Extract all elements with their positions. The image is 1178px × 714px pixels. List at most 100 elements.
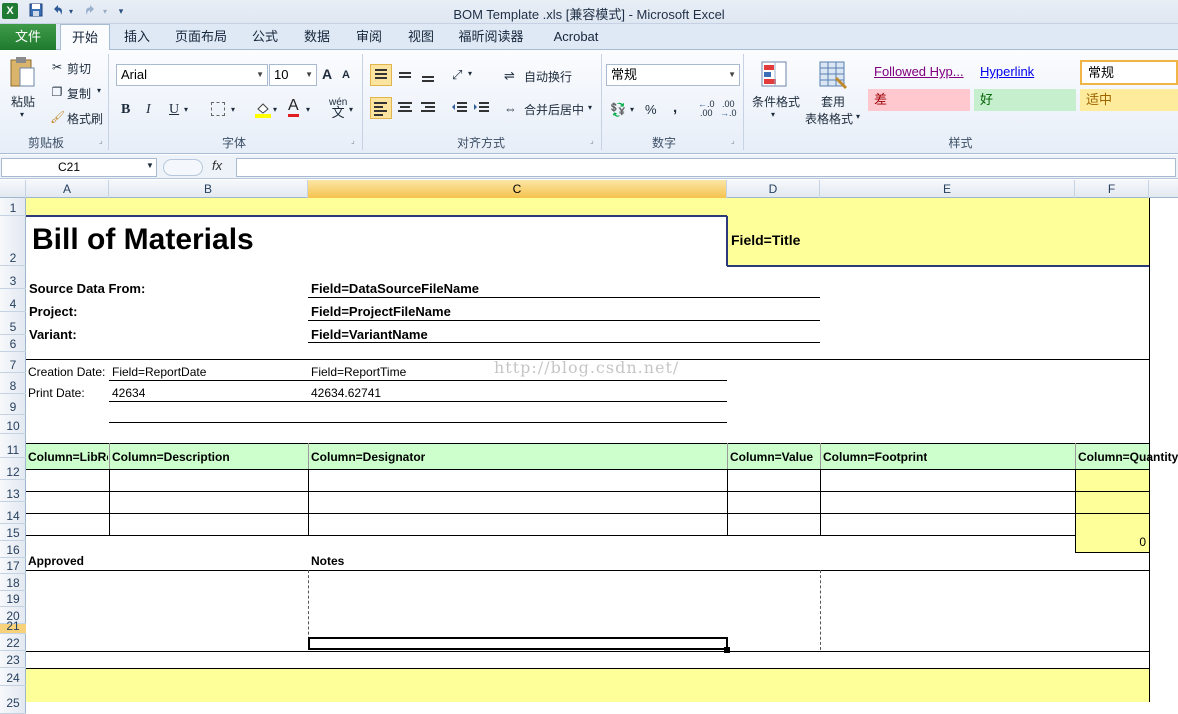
project-label[interactable]: Project: [29, 304, 77, 319]
tab-review[interactable]: 审阅 [348, 24, 390, 50]
header-quantity[interactable]: Column=Quantity [1078, 450, 1178, 464]
print-date-label[interactable]: Print Date: [28, 386, 85, 400]
format-as-table-icon[interactable] [816, 58, 848, 90]
comma-icon[interactable]: , [673, 99, 677, 116]
align-top-icon[interactable] [370, 64, 392, 86]
orientation-icon[interactable]: ⤢ [452, 67, 462, 83]
row-header[interactable]: 5 [0, 312, 26, 335]
column-header-f[interactable]: F [1075, 180, 1149, 198]
row-header[interactable]: 3 [0, 266, 26, 289]
row-header[interactable]: 24 [0, 668, 26, 686]
notes-label[interactable]: Notes [311, 554, 344, 568]
row-header[interactable]: 22 [0, 634, 26, 651]
row-header[interactable]: 15 [0, 524, 26, 541]
quantity-total[interactable]: 0 [1076, 535, 1149, 552]
borders-icon[interactable] [211, 102, 225, 116]
paste-dropdown-icon[interactable]: ▾ [20, 110, 24, 119]
row-header[interactable]: 7 [0, 352, 26, 373]
merge-center-button[interactable]: 合并后居中 [524, 101, 584, 118]
tab-foxit-reader[interactable]: 福昕阅读器 [452, 24, 530, 50]
format-as-table-dropdown-icon[interactable]: ▾ [856, 112, 860, 121]
creation-date-value[interactable]: Field=ReportDate [112, 365, 206, 379]
tab-page-layout[interactable]: 页面布局 [168, 24, 234, 50]
tab-formulas[interactable]: 公式 [244, 24, 286, 50]
italic-icon[interactable]: I [146, 102, 151, 118]
font-size-combo[interactable]: 10 ▼ [269, 64, 317, 86]
copy-dropdown-icon[interactable]: ▾ [97, 86, 101, 95]
header-description[interactable]: Column=Description [112, 450, 230, 464]
row-header[interactable]: 16 [0, 541, 26, 558]
row-header[interactable]: 23 [0, 651, 26, 668]
font-name-combo[interactable]: Arial ▼ [116, 64, 268, 86]
style-hyperlink[interactable]: Hyperlink [974, 61, 1076, 83]
copy-icon[interactable]: ❐ [50, 85, 64, 99]
project-value[interactable]: Field=ProjectFileName [311, 304, 451, 319]
row-header[interactable]: 8 [0, 373, 26, 394]
header-footprint[interactable]: Column=Footprint [823, 450, 927, 464]
currency-dropdown-icon[interactable]: ▾ [630, 105, 634, 114]
font-color-icon[interactable]: A [288, 98, 299, 117]
row-header[interactable]: 9 [0, 394, 26, 415]
row-header[interactable]: 13 [0, 480, 26, 502]
row-header[interactable]: 12 [0, 458, 26, 480]
align-left-icon[interactable] [370, 97, 392, 119]
tab-acrobat[interactable]: Acrobat [544, 24, 608, 50]
approved-label[interactable]: Approved [28, 554, 84, 568]
column-header-a[interactable]: A [26, 180, 109, 198]
creation-date-label[interactable]: Creation Date: [28, 365, 105, 379]
select-all-corner[interactable] [0, 180, 26, 198]
tab-home[interactable]: 开始 [60, 24, 110, 51]
print-date-value[interactable]: 42634 [112, 386, 145, 400]
bold-icon[interactable]: B [121, 102, 130, 118]
row-header[interactable]: 1 [0, 198, 26, 216]
cut-icon[interactable]: ✂ [50, 60, 64, 74]
header-value[interactable]: Column=Value [730, 450, 813, 464]
format-painter-button[interactable]: 格式刷 [67, 110, 103, 127]
quantity-cells[interactable] [1076, 469, 1149, 535]
grow-font-icon[interactable]: A [322, 66, 332, 82]
increase-indent-icon[interactable] [473, 98, 491, 118]
clipboard-launcher-icon[interactable]: ⌟ [99, 136, 103, 145]
format-painter-icon[interactable]: 🖌 [50, 110, 65, 124]
merge-center-icon[interactable]: ⇔ [504, 101, 517, 116]
tab-file[interactable]: 文件 [0, 24, 56, 50]
tab-insert[interactable]: 插入 [116, 24, 158, 50]
name-box-dropdown-icon[interactable]: ▼ [146, 161, 154, 170]
conditional-formatting-icon[interactable] [758, 58, 790, 90]
column-header-d[interactable]: D [727, 180, 820, 198]
tab-data[interactable]: 数据 [296, 24, 338, 50]
formula-input[interactable] [236, 158, 1176, 177]
selected-cell-c21[interactable] [308, 637, 728, 650]
source-label[interactable]: Source Data From: [29, 281, 145, 296]
style-good[interactable]: 好 [974, 89, 1076, 111]
row-header-selected[interactable]: 21 [0, 619, 26, 634]
variant-value[interactable]: Field=VariantName [311, 327, 428, 342]
align-center-icon[interactable] [395, 98, 415, 118]
style-normal[interactable]: 常规 [1080, 60, 1178, 85]
percent-icon[interactable]: % [645, 102, 657, 117]
align-middle-icon[interactable] [395, 65, 415, 85]
insert-function-icon[interactable]: fx [212, 158, 222, 173]
name-box[interactable]: C21 [1, 158, 157, 177]
conditional-formatting-dropdown-icon[interactable]: ▾ [771, 110, 775, 119]
fill-handle[interactable] [724, 647, 730, 653]
format-as-table-label-1[interactable]: 套用 [821, 93, 845, 110]
wrap-text-icon[interactable]: ⇌ [504, 68, 515, 84]
column-header-e[interactable]: E [820, 180, 1075, 198]
increase-decimal-icon[interactable]: ←.0.00 [698, 100, 715, 118]
wrap-text-button[interactable]: 自动换行 [524, 68, 572, 85]
copy-button[interactable]: 复制 [67, 85, 91, 102]
column-header-b[interactable]: B [109, 180, 308, 198]
style-neutral[interactable]: 适中 [1080, 89, 1178, 111]
variant-label[interactable]: Variant: [29, 327, 77, 342]
cut-button[interactable]: 剪切 [67, 60, 91, 77]
print-time-value[interactable]: 42634.62741 [311, 386, 381, 400]
currency-icon[interactable]: 💱 [610, 102, 626, 118]
row-header[interactable]: 10 [0, 415, 26, 434]
row-header[interactable]: 2 [0, 216, 26, 266]
row-header[interactable]: 18 [0, 574, 26, 591]
sheet-title[interactable]: Bill of Materials [32, 220, 254, 262]
column-header-c[interactable]: C [308, 180, 727, 198]
conditional-formatting-button[interactable]: 条件格式 [752, 93, 800, 110]
fill-color-dropdown-icon[interactable]: ▾ [273, 105, 277, 114]
